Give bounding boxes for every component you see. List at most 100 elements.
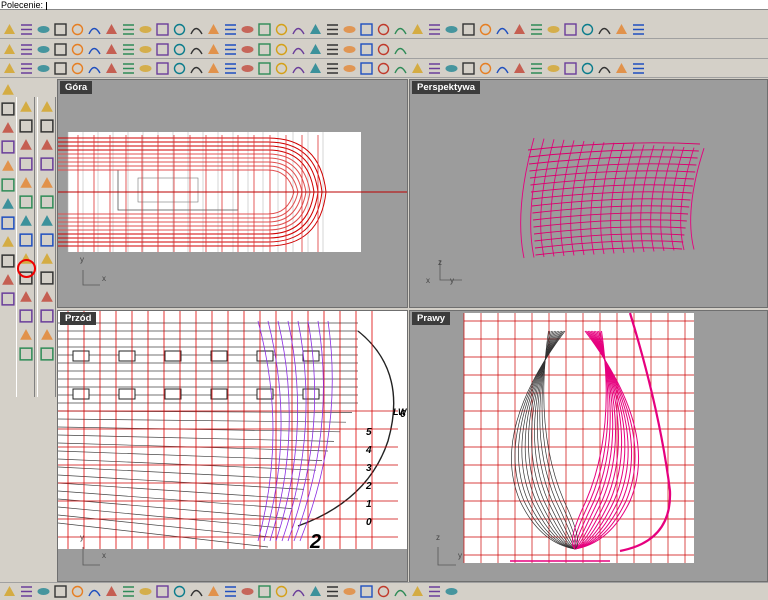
block-icon[interactable] [359, 42, 374, 57]
options-icon[interactable] [512, 22, 527, 37]
fit-curve-icon[interactable] [87, 584, 102, 599]
isocurve-icon[interactable] [393, 61, 408, 76]
fillet-curves-icon[interactable] [19, 584, 34, 599]
rectangle-icon[interactable] [121, 42, 136, 57]
analyze-icon[interactable] [597, 22, 612, 37]
sweep1-icon[interactable] [36, 61, 51, 76]
fillet-tool-icon[interactable] [39, 308, 55, 324]
check-icon[interactable] [512, 61, 527, 76]
offset-icon[interactable] [223, 42, 238, 57]
cone-icon[interactable] [597, 61, 612, 76]
arc-3pt-icon[interactable] [0, 120, 16, 136]
fair-icon[interactable] [172, 584, 187, 599]
match-icon[interactable] [257, 61, 272, 76]
offset-curve-icon[interactable] [53, 584, 68, 599]
line-icon[interactable] [19, 42, 34, 57]
sphere-solid-icon[interactable] [18, 213, 34, 229]
join-curve-icon[interactable] [376, 584, 391, 599]
command-line[interactable]: Polecenie: [0, 0, 768, 10]
pan-icon[interactable] [155, 22, 170, 37]
cylinder-tool-icon[interactable] [39, 194, 55, 210]
paste-icon[interactable] [121, 22, 136, 37]
pipe-icon[interactable] [631, 61, 646, 76]
edge-surface-icon[interactable] [138, 61, 153, 76]
zebra-icon[interactable] [427, 61, 442, 76]
change-degree-icon[interactable] [121, 584, 136, 599]
cut-icon[interactable] [87, 22, 102, 37]
insert-knot-icon[interactable] [325, 584, 340, 599]
move-tool-icon[interactable] [0, 158, 16, 174]
copy-tool-icon[interactable] [0, 177, 16, 193]
zoom-icon[interactable] [189, 22, 204, 37]
polyline-tool-icon[interactable] [18, 118, 34, 134]
project-icon[interactable] [325, 61, 340, 76]
box-solid-icon[interactable] [18, 194, 34, 210]
trim-curve-icon[interactable] [257, 584, 272, 599]
light-icon[interactable] [359, 22, 374, 37]
explode-icon[interactable] [308, 42, 323, 57]
sphere-view-icon[interactable] [325, 22, 340, 37]
close-curve-icon[interactable] [223, 584, 238, 599]
import-icon[interactable] [70, 22, 85, 37]
adjust-seam-icon[interactable] [155, 584, 170, 599]
blend-icon[interactable] [172, 61, 187, 76]
join-icon[interactable] [291, 42, 306, 57]
network-icon[interactable] [104, 61, 119, 76]
blend-curves-icon[interactable] [36, 584, 51, 599]
untrim-icon[interactable] [240, 61, 255, 76]
viewport-perspective[interactable]: Perspektywa z x y [409, 79, 768, 308]
viewport-front[interactable]: Przód LW 6543210 2 y x [57, 310, 408, 582]
flow-tool-icon[interactable] [0, 291, 16, 307]
mirror-icon[interactable] [393, 42, 408, 57]
chart-tool-icon[interactable] [39, 346, 55, 362]
zoom-extents-icon[interactable] [223, 22, 238, 37]
viewport-title-front[interactable]: Przód [60, 312, 97, 325]
merge-icon[interactable] [274, 61, 289, 76]
box-tool-icon[interactable] [0, 139, 16, 155]
lightning-tool-icon[interactable] [39, 251, 55, 267]
silhouette-icon[interactable] [342, 61, 357, 76]
point-tool-icon[interactable] [39, 99, 55, 115]
grid-icon[interactable] [529, 22, 544, 37]
end-icon[interactable] [444, 584, 459, 599]
edge-tool-icon[interactable] [39, 175, 55, 191]
save-icon[interactable] [36, 22, 51, 37]
viewport-top[interactable]: Góra y x [57, 79, 408, 308]
hide-icon[interactable] [308, 22, 323, 37]
scale-tool-icon[interactable] [0, 196, 16, 212]
group-icon[interactable] [325, 42, 340, 57]
material-icon[interactable] [444, 22, 459, 37]
dimension-icon[interactable] [580, 22, 595, 37]
patch-icon[interactable] [121, 61, 136, 76]
simplify-icon[interactable] [189, 584, 204, 599]
curvature-icon[interactable] [410, 61, 425, 76]
plugin-icon[interactable] [563, 22, 578, 37]
arc-icon[interactable] [70, 42, 85, 57]
solid-edit-icon[interactable] [18, 346, 34, 362]
match-curve-icon[interactable] [138, 584, 153, 599]
cylinder-icon[interactable] [580, 61, 595, 76]
extrude-icon[interactable] [87, 61, 102, 76]
render-icon[interactable] [427, 22, 442, 37]
sweep2-icon[interactable] [53, 61, 68, 76]
symmetric-icon[interactable] [393, 584, 408, 599]
twist-tool-icon[interactable] [0, 253, 16, 269]
solid-icon[interactable] [546, 61, 561, 76]
planar-icon[interactable] [155, 61, 170, 76]
curve-from-2-views-icon[interactable] [410, 584, 425, 599]
ellipse-icon[interactable] [104, 42, 119, 57]
boundary-icon[interactable] [529, 61, 544, 76]
pipe-tool-icon[interactable] [18, 175, 34, 191]
contour-icon[interactable] [359, 61, 374, 76]
sphere-icon[interactable] [478, 22, 493, 37]
rotate-icon[interactable] [172, 22, 187, 37]
naked-edge-icon[interactable] [495, 61, 510, 76]
arc-tool-icon[interactable] [0, 82, 16, 98]
split-curve-icon[interactable] [359, 584, 374, 599]
edge-icon[interactable] [478, 61, 493, 76]
deg-icon[interactable] [206, 61, 221, 76]
refit-icon[interactable] [206, 584, 221, 599]
viewport-title-perspective[interactable]: Perspektywa [412, 81, 481, 94]
flip-icon[interactable] [291, 61, 306, 76]
mesh-tool-icon[interactable] [39, 289, 55, 305]
